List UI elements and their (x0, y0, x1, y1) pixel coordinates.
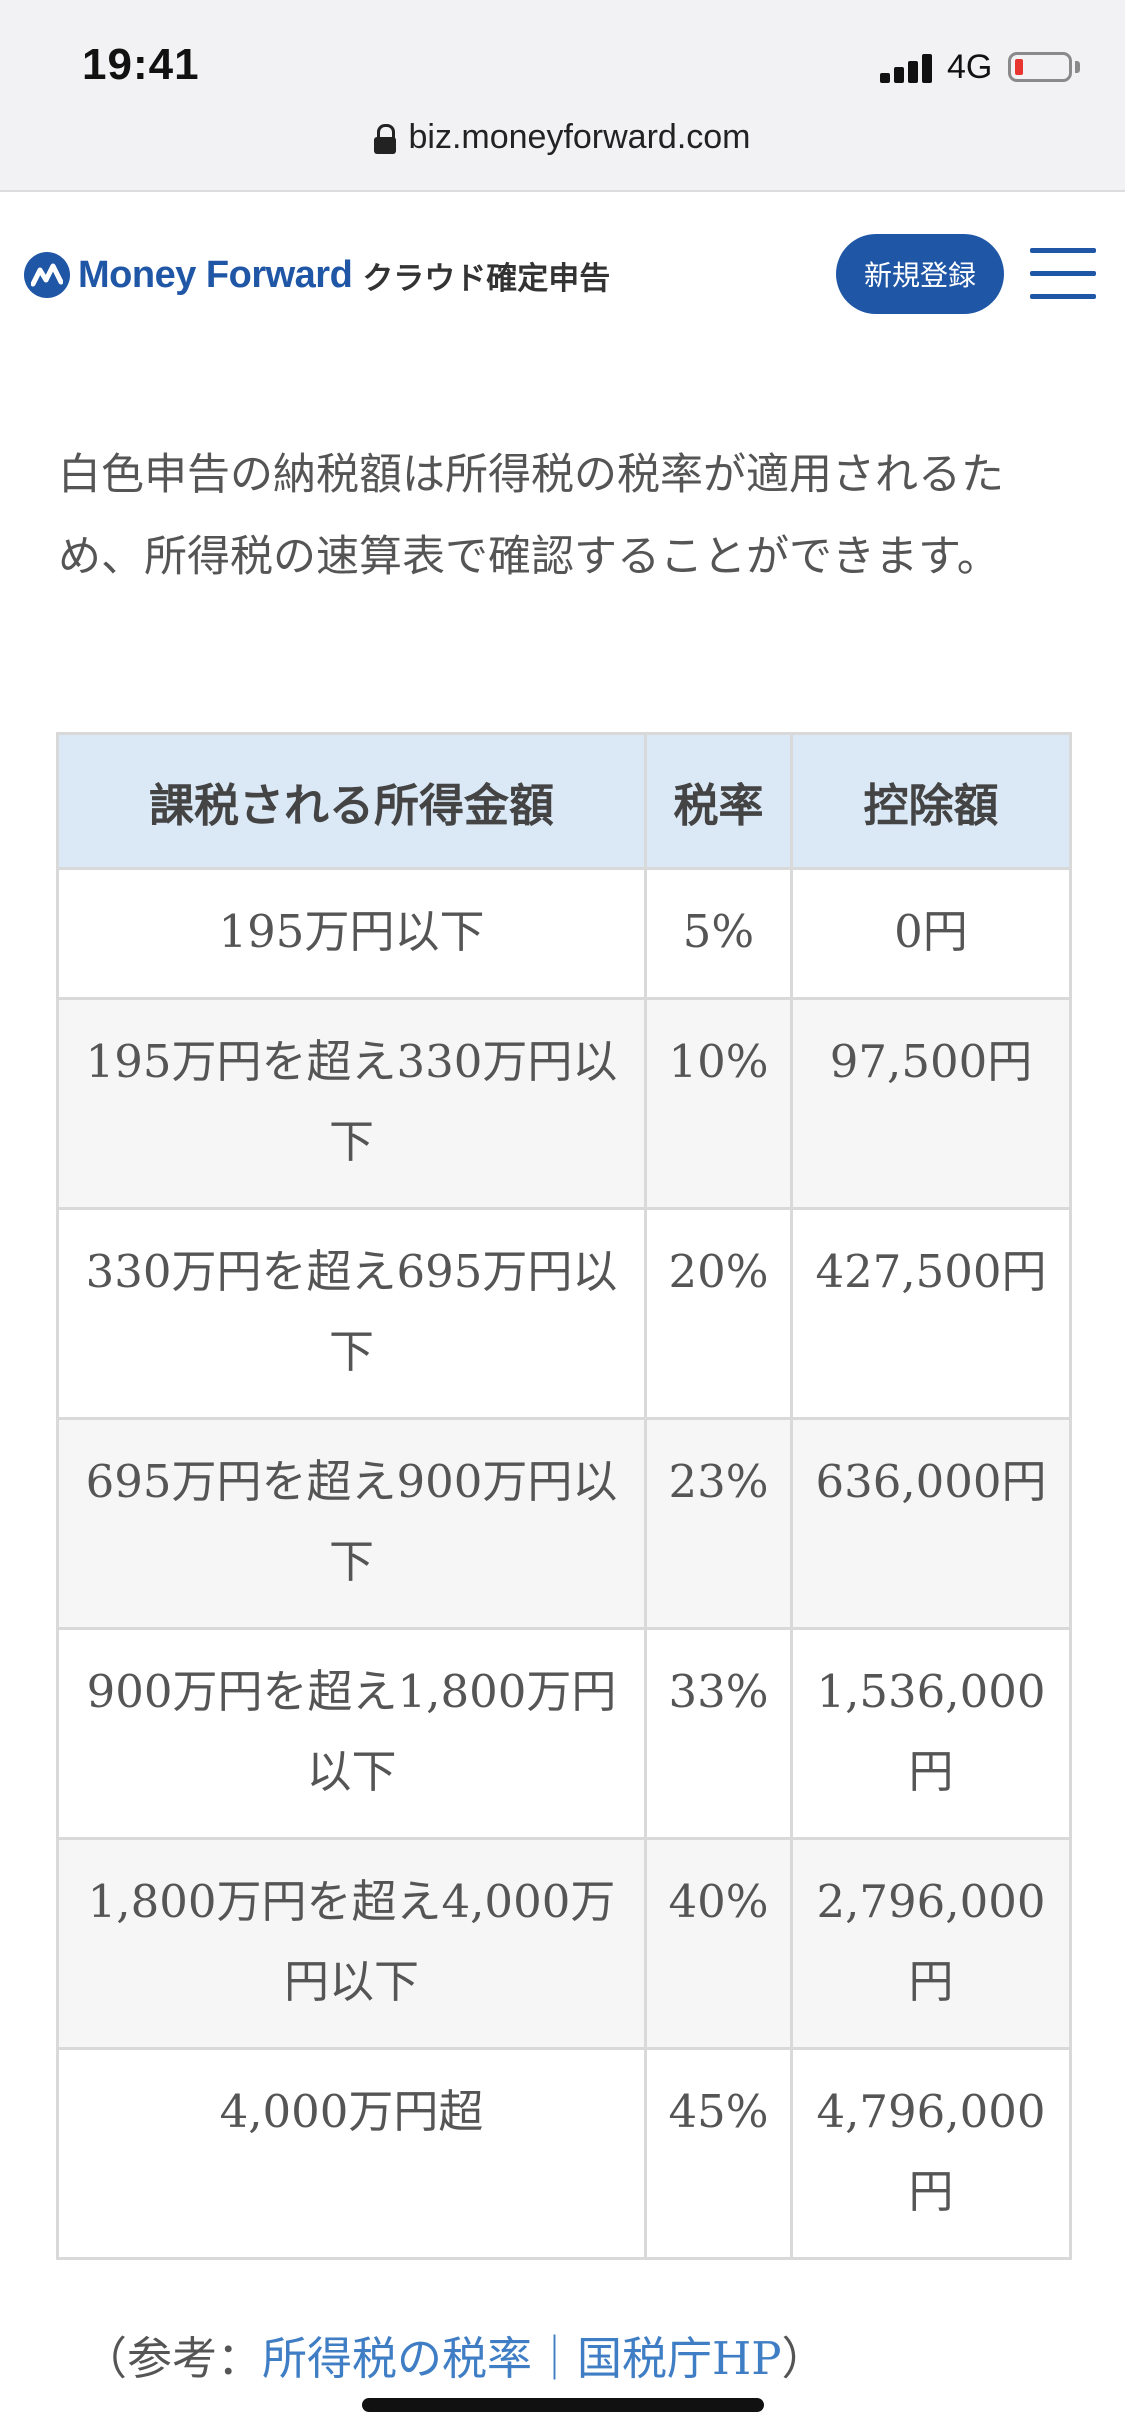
reference-note: （参考：所得税の税率｜国税庁HP） (82, 2322, 827, 2387)
table-row: 695万円を超え900万円以下 23% 636,000円 (56, 1417, 1072, 1630)
deduction-cell: 2,796,000円 (790, 1837, 1072, 2050)
rate-cell: 40% (644, 1837, 793, 2050)
header-income: 課税される所得金額 (56, 732, 647, 870)
deduction-cell: 97,500円 (790, 997, 1072, 1210)
income-cell: 330万円を超え695万円以下 (56, 1207, 647, 1420)
address-bar[interactable]: biz.moneyforward.com (0, 118, 1125, 157)
income-cell: 1,800万円を超え4,000万円以下 (56, 1837, 647, 2050)
tax-rate-table: 課税される所得金額 税率 控除額 195万円以下 5% 0円 195万円を超え3… (56, 732, 1072, 2260)
reference-prefix: （参考： (82, 2332, 263, 2385)
table-row: 900万円を超え1,800万円以下 33% 1,536,000円 (56, 1627, 1072, 1840)
deduction-cell: 0円 (790, 867, 1072, 1000)
browser-chrome: 19:41 4G biz.moneyforward.com (0, 0, 1125, 192)
rate-cell: 5% (644, 867, 793, 1000)
income-cell: 195万円を超え330万円以下 (56, 997, 647, 1210)
battery-icon (1008, 52, 1072, 82)
header-rate: 税率 (644, 732, 793, 870)
reference-suffix: ） (781, 2332, 827, 2385)
url-text: biz.moneyforward.com (408, 118, 751, 156)
lock-icon (374, 124, 397, 155)
site-logo[interactable]: Money Forward クラウド確定申告 (24, 250, 610, 300)
table-row: 4,000万円超 45% 4,796,000円 (56, 2047, 1072, 2260)
rate-cell: 33% (644, 1627, 793, 1840)
reference-link[interactable]: 所得税の税率｜国税庁HP (262, 2332, 782, 2385)
header-deduction: 控除額 (790, 732, 1072, 870)
rate-cell: 23% (644, 1417, 793, 1630)
table-header-row: 課税される所得金額 税率 控除額 (56, 732, 1072, 870)
table-row: 195万円を超え330万円以下 10% 97,500円 (56, 997, 1072, 1210)
deduction-cell: 1,536,000円 (790, 1627, 1072, 1840)
income-cell: 900万円を超え1,800万円以下 (56, 1627, 647, 1840)
deduction-cell: 4,796,000円 (790, 2047, 1072, 2260)
network-type: 4G (947, 48, 993, 86)
table-row: 330万円を超え695万円以下 20% 427,500円 (56, 1207, 1072, 1420)
money-forward-logo-icon (24, 252, 70, 298)
signup-button[interactable]: 新規登録 (836, 234, 1004, 314)
menu-icon[interactable] (1030, 248, 1096, 300)
table-row: 195万円以下 5% 0円 (56, 867, 1072, 1000)
site-header: Money Forward クラウド確定申告 新規登録 (0, 192, 1125, 352)
logo-subtitle: クラウド確定申告 (362, 260, 611, 297)
signal-icon (880, 53, 936, 83)
logo-text: Money Forward (78, 253, 353, 296)
rate-cell: 20% (644, 1207, 793, 1420)
deduction-cell: 427,500円 (790, 1207, 1072, 1420)
home-indicator[interactable] (362, 2398, 764, 2412)
intro-paragraph: 白色申告の納税額は所得税の税率が適用されるため、所得税の速算表で確認することがで… (58, 450, 1004, 582)
income-cell: 4,000万円超 (56, 2047, 647, 2260)
rate-cell: 45% (644, 2047, 793, 2260)
table-row: 1,800万円を超え4,000万円以下 40% 2,796,000円 (56, 1837, 1072, 2050)
status-time: 19:41 (82, 40, 200, 89)
rate-cell: 10% (644, 997, 793, 1210)
battery-cap (1075, 61, 1080, 73)
income-cell: 195万円以下 (56, 867, 647, 1000)
deduction-cell: 636,000円 (790, 1417, 1072, 1630)
income-cell: 695万円を超え900万円以下 (56, 1417, 647, 1630)
